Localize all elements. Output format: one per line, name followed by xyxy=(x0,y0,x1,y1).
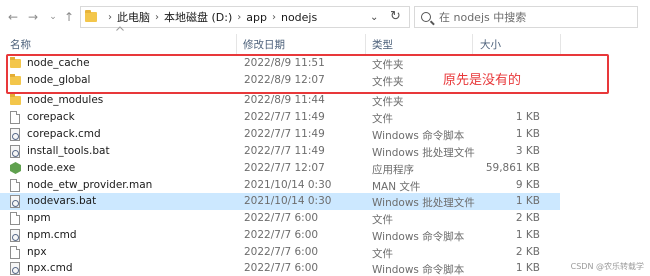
address-bar[interactable]: › 此电脑 › 本地磁盘 (D:) › app › nodejs xyxy=(80,6,410,28)
breadcrumb-app[interactable]: app xyxy=(246,11,267,24)
file-type: Windows 命令脚本 xyxy=(372,130,465,142)
file-row[interactable]: node_etw_provider.man 2021/10/14 0:30 MA… xyxy=(0,177,560,194)
breadcrumb-separator-icon: › xyxy=(155,11,159,23)
script-icon xyxy=(10,128,20,141)
file-size: 1 KB xyxy=(515,111,540,123)
file-size: 1 KB xyxy=(515,128,540,140)
script-icon xyxy=(10,262,20,275)
column-header-type[interactable]: 类型 xyxy=(372,37,393,52)
file-name: install_tools.bat xyxy=(27,145,110,157)
column-header-date[interactable]: 修改日期 xyxy=(243,37,285,52)
column-header-row: 名称 修改日期 类型 大小 xyxy=(0,34,650,54)
file-row[interactable]: corepack.cmd 2022/7/7 11:49 Windows 命令脚本… xyxy=(0,126,560,143)
file-name: npx.cmd xyxy=(27,262,73,274)
file-row[interactable]: node_modules 2022/8/9 11:44 文件夹 xyxy=(0,92,560,109)
file-name: node_modules xyxy=(27,94,104,106)
refresh-icon[interactable]: ↻ xyxy=(390,9,401,24)
file-date: 2022/7/7 11:49 xyxy=(244,145,325,157)
file-type: Windows 批处理文件 xyxy=(372,197,475,209)
file-name: nodevars.bat xyxy=(27,195,97,207)
breadcrumb-this-pc[interactable]: 此电脑 xyxy=(117,9,150,25)
back-arrow-icon[interactable]: ← xyxy=(6,9,20,25)
search-icon xyxy=(421,12,431,22)
search-placeholder: 在 nodejs 中搜索 xyxy=(439,11,527,24)
file-row[interactable]: install_tools.bat 2022/7/7 11:49 Windows… xyxy=(0,143,560,160)
file-row[interactable]: corepack 2022/7/7 11:49 文件 1 KB xyxy=(0,109,560,126)
file-size: 1 KB xyxy=(515,262,540,274)
script-icon xyxy=(10,145,20,158)
file-name: npm xyxy=(27,212,51,224)
file-row[interactable]: npx.cmd 2022/7/7 6:00 Windows 命令脚本 1 KB xyxy=(0,260,560,276)
file-type: Windows 命令脚本 xyxy=(372,264,465,276)
breadcrumb-separator-icon: › xyxy=(108,11,112,23)
file-size: 1 KB xyxy=(515,229,540,241)
file-row[interactable]: npx 2022/7/7 6:00 文件 2 KB xyxy=(0,244,560,261)
file-icon xyxy=(10,179,20,192)
file-size: 2 KB xyxy=(515,212,540,224)
column-divider[interactable] xyxy=(472,34,473,54)
column-divider[interactable] xyxy=(236,34,237,54)
file-row[interactable]: npm 2022/7/7 6:00 文件 2 KB xyxy=(0,210,560,227)
file-date: 2021/10/14 0:30 xyxy=(244,195,332,207)
file-type: Windows 批处理文件 xyxy=(372,147,475,159)
file-type: 应用程序 xyxy=(372,164,414,176)
file-size: 2 KB xyxy=(515,246,540,258)
folder-icon xyxy=(10,94,21,105)
file-date: 2022/7/7 6:00 xyxy=(244,262,319,274)
file-type: 文件 xyxy=(372,214,393,226)
folder-icon xyxy=(85,10,97,22)
up-arrow-icon[interactable]: ↑ xyxy=(62,9,76,25)
sort-chevron-icon xyxy=(116,26,124,31)
forward-arrow-icon[interactable]: → xyxy=(26,9,40,25)
column-header-size[interactable]: 大小 xyxy=(480,37,501,52)
file-date: 2022/7/7 12:07 xyxy=(244,162,325,174)
search-input[interactable]: 在 nodejs 中搜索 xyxy=(414,6,638,28)
file-date: 2021/10/14 0:30 xyxy=(244,179,332,191)
file-date: 2022/7/7 11:49 xyxy=(244,128,325,140)
file-name: npx xyxy=(27,246,47,258)
breadcrumb-local-disk[interactable]: 本地磁盘 (D:) xyxy=(164,9,232,25)
file-type: MAN 文件 xyxy=(372,181,421,193)
script-icon xyxy=(10,229,20,242)
file-name: node.exe xyxy=(27,162,76,174)
file-type: 文件 xyxy=(372,113,393,125)
file-type: Windows 命令脚本 xyxy=(372,231,465,243)
file-type: 文件夹 xyxy=(372,96,404,108)
file-size: 1 KB xyxy=(515,195,540,207)
file-icon xyxy=(10,111,20,124)
column-divider[interactable] xyxy=(365,34,366,54)
file-size: 59,861 KB xyxy=(485,162,540,174)
file-name: npm.cmd xyxy=(27,229,77,241)
file-name: node_etw_provider.man xyxy=(27,179,153,191)
file-date: 2022/7/7 6:00 xyxy=(244,212,319,224)
breadcrumb-separator-icon: › xyxy=(271,11,276,23)
file-size: 9 KB xyxy=(515,179,540,191)
annotation-text: 原先是没有的 xyxy=(443,73,522,88)
address-row: ← → ⌄ ↑ › 此电脑 › 本地磁盘 (D:) › app › nodejs… xyxy=(0,0,650,34)
file-date: 2022/7/7 6:00 xyxy=(244,229,319,241)
script-icon xyxy=(10,195,20,208)
file-row[interactable]: node.exe 2022/7/7 12:07 应用程序 59,861 KB xyxy=(0,160,560,177)
file-name: corepack xyxy=(27,111,75,123)
file-row-selected[interactable]: nodevars.bat 2021/10/14 0:30 Windows 批处理… xyxy=(0,193,560,210)
column-divider[interactable] xyxy=(560,34,561,54)
file-size: 3 KB xyxy=(515,145,540,157)
breadcrumb-separator-icon: › xyxy=(237,11,242,23)
file-type: 文件 xyxy=(372,248,393,260)
file-icon xyxy=(10,212,20,225)
file-date: 2022/7/7 11:49 xyxy=(244,111,325,123)
recent-locations-chevron-icon[interactable]: ⌄ xyxy=(46,9,60,25)
file-name: corepack.cmd xyxy=(27,128,101,140)
watermark: CSDN @农乐转载学 xyxy=(570,262,644,271)
file-date: 2022/7/7 6:00 xyxy=(244,246,319,258)
breadcrumb-nodejs[interactable]: nodejs xyxy=(281,11,317,24)
column-header-name[interactable]: 名称 xyxy=(10,37,31,52)
file-row[interactable]: npm.cmd 2022/7/7 6:00 Windows 命令脚本 1 KB xyxy=(0,227,560,244)
file-icon xyxy=(10,246,20,259)
node-icon xyxy=(10,162,21,174)
file-date: 2022/8/9 11:44 xyxy=(244,94,325,106)
